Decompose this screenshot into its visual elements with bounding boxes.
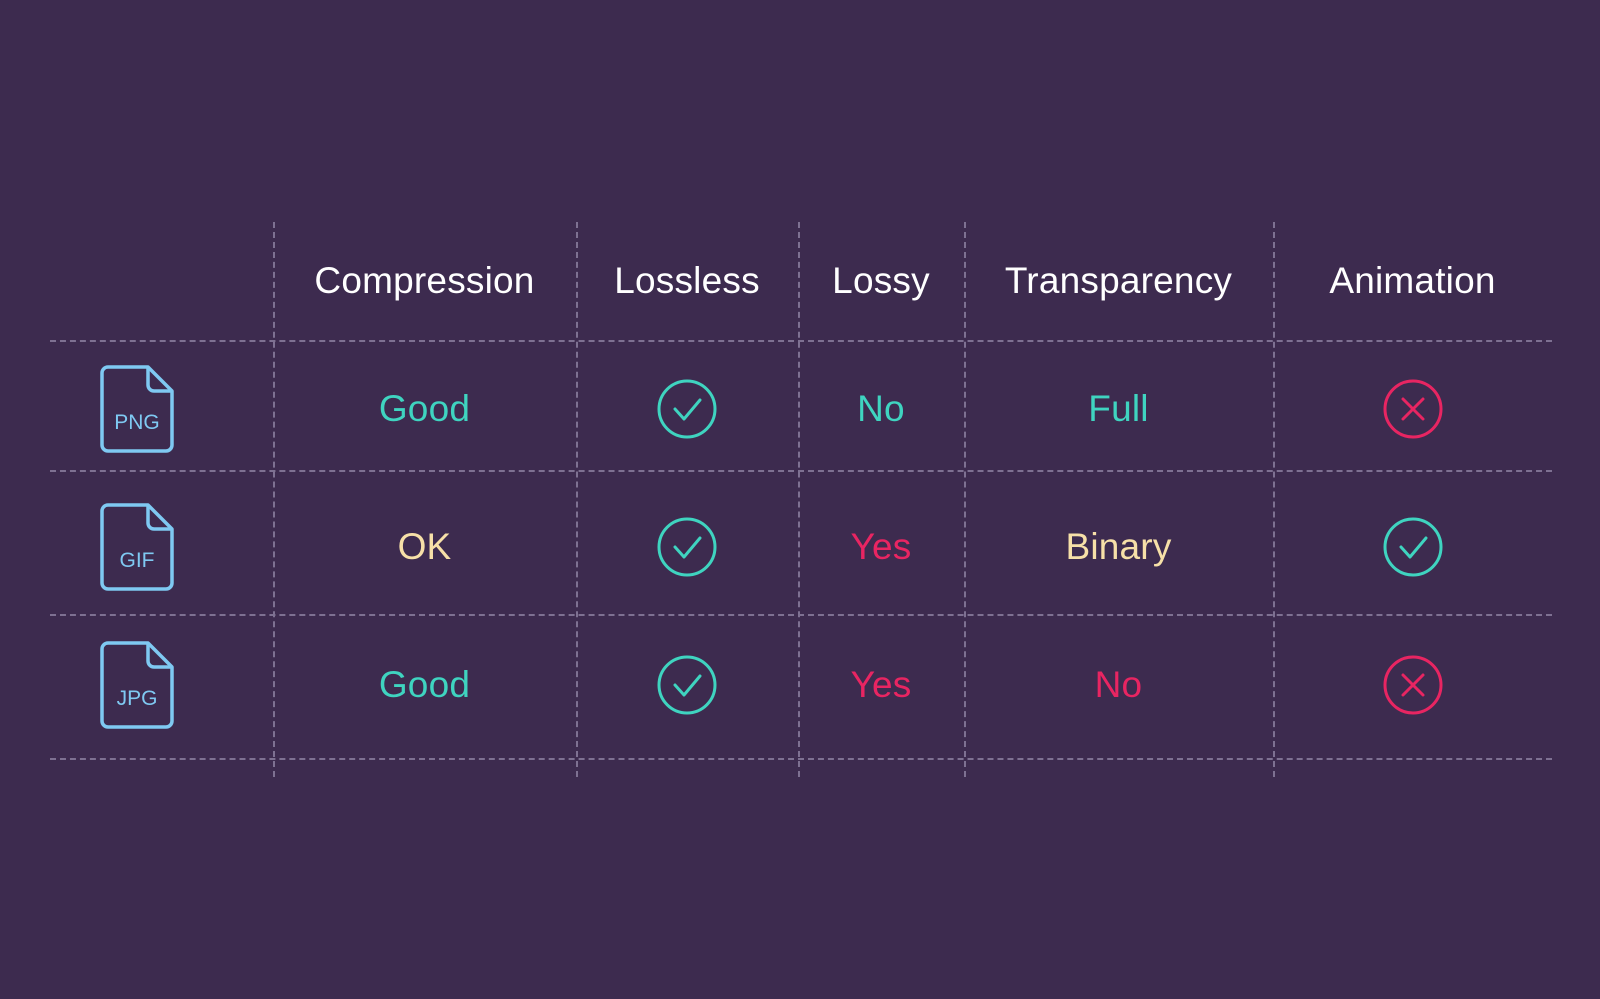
cell-lossy: No [798,340,964,478]
file-icon: JPG [99,641,174,729]
cell-compression: Good [273,340,576,478]
cell-value: Full [1088,388,1149,429]
table-row: GIF OK Yes Binary [0,478,1600,616]
format-comparison-table: Compression Lossless Lossy Transparency … [0,222,1600,754]
header-cell-format [0,222,273,340]
check-circle-icon [657,379,717,439]
column-header-label: Animation [1329,260,1496,301]
cell-animation [1273,616,1552,754]
check-circle-icon [1383,517,1442,577]
column-header-label: Lossless [614,260,760,301]
cell-format: PNG [0,340,273,478]
file-icon-label: PNG [114,411,160,434]
table-row: JPG Good Yes No [0,616,1600,754]
cell-compression: Good [273,616,576,754]
cell-transparency: Full [964,340,1273,478]
cell-value: Good [378,388,471,429]
file-icon-label: GIF [119,549,154,572]
column-header-label: Lossy [832,260,930,301]
cell-value: No [1094,664,1143,705]
file-icon: GIF [99,503,174,591]
cell-lossy: Yes [798,478,964,616]
cell-value: Yes [850,526,912,567]
table-header-row: Compression Lossless Lossy Transparency … [0,222,1600,340]
header-cell-lossless: Lossless [576,222,798,340]
header-cell-lossy: Lossy [798,222,964,340]
column-header-label: Transparency [1004,260,1233,301]
file-icon: PNG [99,365,174,453]
cell-compression: OK [273,478,576,616]
x-circle-icon [1383,379,1442,439]
header-cell-animation: Animation [1273,222,1552,340]
cell-transparency: No [964,616,1273,754]
cell-format: JPG [0,616,273,754]
cell-value: Yes [850,664,912,705]
cell-lossy: Yes [798,616,964,754]
cell-value: Binary [1065,526,1172,567]
header-cell-compression: Compression [273,222,576,340]
header-cell-transparency: Transparency [964,222,1273,340]
file-icon-label: JPG [116,687,157,710]
grid-line-horizontal [50,758,1552,760]
cell-animation [1273,340,1552,478]
cell-value: OK [397,526,452,567]
cell-animation [1273,478,1552,616]
check-circle-icon [657,655,717,715]
cell-transparency: Binary [964,478,1273,616]
cell-value: No [857,388,905,429]
cell-lossless [576,616,798,754]
x-circle-icon [1383,655,1442,715]
check-circle-icon [657,517,717,577]
cell-value: Good [378,664,471,705]
cell-lossless [576,478,798,616]
cell-lossless [576,340,798,478]
cell-format: GIF [0,478,273,616]
table-row: PNG Good No Full [0,340,1600,478]
column-header-label: Compression [314,260,535,301]
